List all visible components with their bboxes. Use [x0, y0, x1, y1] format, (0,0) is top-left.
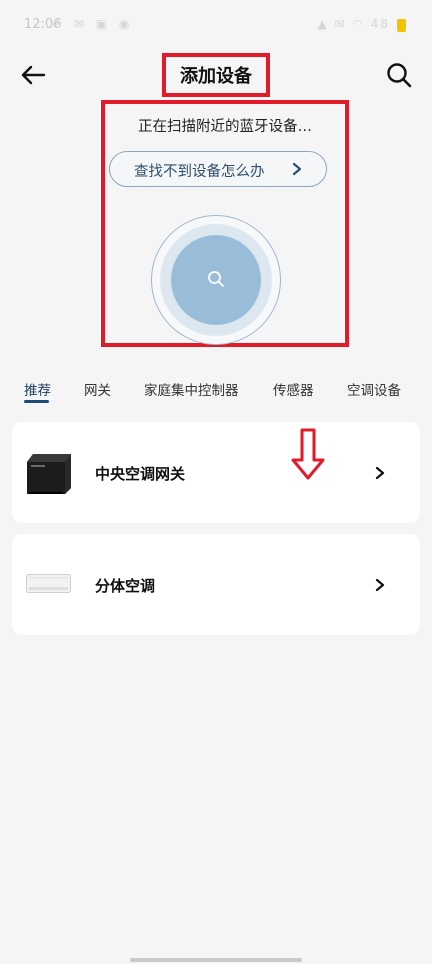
magnifier-icon	[208, 271, 224, 287]
scan-button[interactable]	[171, 235, 261, 325]
page-title: 添加设备	[180, 66, 252, 87]
battery-icon	[397, 19, 406, 32]
scan-radar-ring	[160, 224, 272, 336]
category-tabs: 推荐 网关 家庭集中控制器 传感器 空调设备	[0, 376, 432, 408]
page-title-highlight: 添加设备	[162, 53, 270, 97]
home-indicator[interactable]	[130, 958, 302, 962]
device-card-gateway[interactable]: 中央空调网关	[12, 422, 420, 523]
chevron-right-icon	[375, 466, 385, 480]
scan-status-text: 正在扫描附近的蓝牙设备…	[138, 119, 312, 135]
down-arrow-icon	[291, 428, 325, 480]
status-bar: 12:06 ⊘ ✉ ▣ ◉ ▲ ✉ ◠ 48	[0, 0, 432, 50]
search-icon[interactable]	[384, 60, 414, 90]
chevron-right-icon	[292, 162, 302, 176]
scan-panel-highlight: 正在扫描附近的蓝牙设备… 查找不到设备怎么办	[101, 100, 349, 347]
tab-sensor[interactable]: 传感器	[273, 379, 314, 399]
device-card-split-ac[interactable]: 分体空调	[12, 534, 420, 635]
split-ac-icon	[26, 574, 71, 593]
tab-air-conditioner[interactable]: 空调设备	[347, 379, 401, 399]
battery-level: 48	[370, 17, 390, 31]
help-button[interactable]: 查找不到设备怎么办	[109, 151, 327, 187]
gateway-device-icon	[27, 454, 71, 494]
device-label: 中央空调网关	[95, 465, 186, 483]
notification-icons: ⊘ ✉ ▣ ◉	[52, 17, 134, 31]
arrow-left-icon[interactable]	[18, 60, 48, 90]
chevron-right-icon	[375, 578, 385, 592]
device-label: 分体空调	[95, 577, 156, 595]
signal-icons: ▲ ✉ ◠ 48	[317, 17, 390, 31]
scan-radar	[151, 215, 281, 345]
tab-recommended[interactable]: 推荐	[24, 379, 51, 399]
active-tab-indicator	[24, 400, 49, 403]
help-button-label: 查找不到设备怎么办	[134, 164, 265, 180]
tab-home-controller[interactable]: 家庭集中控制器	[144, 379, 239, 399]
tab-gateway[interactable]: 网关	[84, 379, 111, 399]
